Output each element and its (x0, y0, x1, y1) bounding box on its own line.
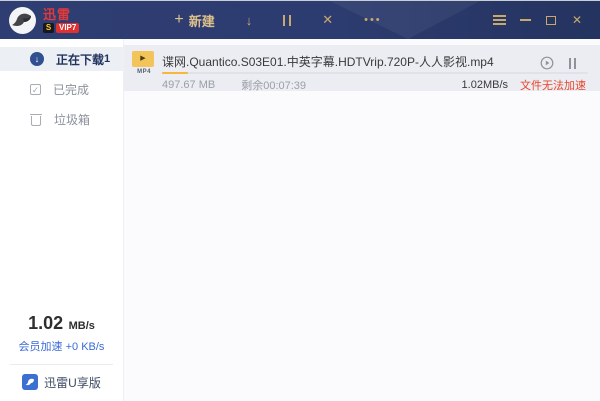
start-all-button[interactable]: ↓ (246, 13, 253, 28)
sidebar-bottom: 1.02 MB/s 会员加速 +0 KB/s 迅雷U享版 (0, 313, 123, 394)
downloading-icon: ↓ (30, 52, 44, 66)
new-task-button[interactable]: + 新建 (174, 11, 214, 30)
member-accel-label: 会员加速 (19, 341, 63, 353)
close-icon: ✕ (572, 13, 582, 27)
sidebar-item-completed[interactable]: ✓ 已完成 (0, 77, 123, 101)
sidebar: ↓ 正在下载 1 ✓ 已完成 垃圾箱 1.02 MB/s (0, 39, 124, 401)
task-pause-button[interactable] (569, 58, 576, 69)
app-logo-icon (9, 7, 36, 34)
sidebar-item-label: 已完成 (53, 81, 109, 98)
hamburger-icon (493, 13, 506, 28)
app-body: ↓ 正在下载 1 ✓ 已完成 垃圾箱 1.02 MB/s (0, 39, 600, 401)
global-speed-value: 1.02 (28, 313, 63, 333)
trash-icon (30, 113, 42, 126)
task-remaining-time: 剩余00:07:39 (241, 77, 306, 93)
main-menu-button[interactable] (486, 10, 512, 30)
vip-level-badge: VIP7 (56, 23, 79, 33)
file-type-icon: ▶ MP4 (132, 51, 156, 75)
plus-icon: + (174, 12, 183, 28)
accelerate-button[interactable] (540, 56, 554, 70)
task-progress-track (162, 72, 588, 74)
global-speed-unit: MB/s (69, 320, 95, 332)
task-speed: 1.02MB/s (462, 79, 508, 91)
task-filename: 谍网.Quantico.S03E01.中英字幕.HDTVrip.720P-人人影… (162, 53, 510, 70)
file-extension-label: MP4 (132, 69, 156, 75)
minimize-button[interactable] (512, 10, 538, 30)
task-stats: 497.67 MB 剩余00:07:39 1.02MB/s 文件无法加速 (162, 77, 586, 93)
brand-name: 迅雷 (43, 8, 79, 21)
task-status-message: 文件无法加速 (520, 77, 586, 93)
global-speed: 1.02 MB/s (0, 313, 123, 334)
super-badge: S (43, 23, 54, 33)
sidebar-divider (10, 364, 113, 365)
sidebar-item-label: 垃圾箱 (54, 111, 109, 128)
app-window: 迅雷 S VIP7 + 新建 ↓ ✕ ••• (0, 0, 600, 401)
accelerate-circle-icon (540, 56, 554, 70)
more-actions-button[interactable]: ••• (364, 15, 382, 26)
maximize-button[interactable] (538, 10, 564, 30)
vip-badges: S VIP7 (43, 23, 79, 33)
titlebar-toolbar: + 新建 ↓ ✕ ••• (174, 11, 381, 30)
downloading-count-badge: 1 (104, 53, 110, 65)
sidebar-item-downloading[interactable]: ↓ 正在下载 1 (0, 47, 123, 71)
brand-block: 迅雷 S VIP7 (9, 7, 79, 34)
brand-text: 迅雷 S VIP7 (43, 8, 79, 33)
main-panel: ▶ MP4 谍网.Quantico.S03E01.中英字幕.HDTVrip.72… (124, 39, 600, 401)
member-accel-line: 会员加速 +0 KB/s (0, 338, 123, 354)
completed-icon: ✓ (30, 84, 41, 95)
window-controls: ✕ (486, 1, 590, 39)
sidebar-nav: ↓ 正在下载 1 ✓ 已完成 垃圾箱 (0, 39, 123, 131)
download-arrow-icon: ↓ (246, 13, 253, 28)
new-task-label: 新建 (189, 11, 215, 30)
delete-task-button[interactable]: ✕ (322, 12, 333, 28)
download-task-row[interactable]: ▶ MP4 谍网.Quantico.S03E01.中英字幕.HDTVrip.72… (124, 45, 600, 91)
sidebar-item-label: 正在下载 (56, 51, 104, 68)
close-button[interactable]: ✕ (564, 10, 590, 30)
titlebar: 迅雷 S VIP7 + 新建 ↓ ✕ ••• (0, 1, 600, 39)
member-accel-value: +0 KB/s (66, 341, 105, 353)
edition-bird-icon (22, 374, 38, 390)
task-size: 497.67 MB (162, 79, 215, 91)
edition-label: 迅雷U享版 (44, 374, 101, 391)
maximize-icon (546, 16, 556, 25)
task-progress-fill (162, 72, 188, 74)
pause-all-button[interactable] (283, 15, 291, 26)
edition-link[interactable]: 迅雷U享版 (22, 374, 101, 391)
video-play-icon: ▶ (132, 51, 154, 67)
close-x-icon: ✕ (322, 12, 333, 28)
pause-icon (283, 15, 291, 26)
minimize-icon (520, 19, 531, 21)
ellipsis-icon: ••• (364, 15, 382, 26)
sidebar-item-trash[interactable]: 垃圾箱 (0, 107, 123, 131)
task-actions (540, 56, 576, 70)
